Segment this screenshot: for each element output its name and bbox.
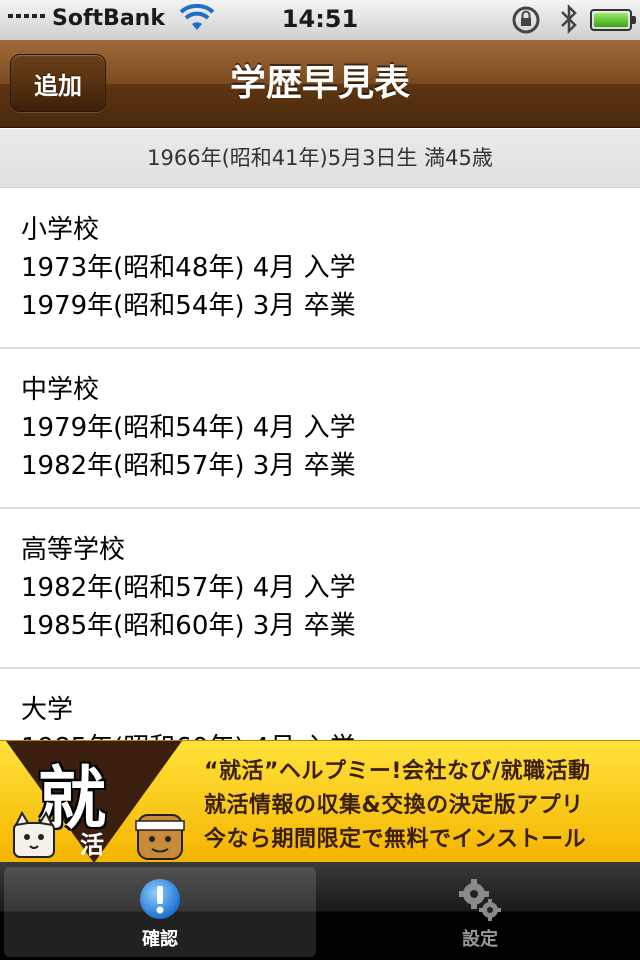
ad-text: “就活”ヘルプミー!会社なび/就職活動 就活情報の収集&交換の決定版アプリ 今な… bbox=[204, 755, 634, 857]
school-name: 小学校 bbox=[21, 215, 100, 245]
ad-line-3: 今なら期間限定で無料でインストール bbox=[204, 827, 587, 852]
ad-line-2: 就活情報の収集&交換の決定版アプリ bbox=[204, 793, 584, 818]
tab-confirm-label: 確認 bbox=[142, 929, 178, 950]
cat-mascot-icon bbox=[13, 810, 55, 858]
education-list[interactable]: 小学校 1973年(昭和48年) 4月 入学 1979年(昭和54年) 3月 卒… bbox=[0, 189, 640, 740]
list-item-university[interactable]: 大学 1985年(昭和60年) 4月 入学 bbox=[0, 669, 640, 740]
tab-confirm[interactable]: 確認 bbox=[4, 867, 316, 957]
battery-icon bbox=[590, 9, 636, 31]
list-item-junior-high[interactable]: 中学校 1979年(昭和54年) 4月 入学 1982年(昭和57年) 3月 卒… bbox=[0, 349, 640, 509]
tab-bar: 確認 設定 bbox=[0, 862, 640, 960]
tab-settings[interactable]: 設定 bbox=[324, 867, 636, 957]
school-name: 大学 bbox=[21, 695, 74, 725]
status-bar: SoftBank 14:51 bbox=[0, 0, 640, 40]
bluetooth-icon bbox=[561, 3, 577, 35]
mascot-headband-icon bbox=[135, 814, 185, 860]
ad-logo-sub: 活 bbox=[80, 831, 104, 859]
enter-date: 1985年(昭和60年) 4月 入学 bbox=[21, 729, 640, 740]
enter-date: 1979年(昭和54年) 4月 入学 bbox=[21, 413, 356, 443]
gear-icon bbox=[459, 879, 501, 921]
clock: 14:51 bbox=[281, 5, 359, 33]
add-button[interactable]: 追加 bbox=[10, 54, 106, 112]
enter-date: 1973年(昭和48年) 4月 入学 bbox=[21, 253, 356, 283]
graduate-date: 1982年(昭和57年) 3月 卒業 bbox=[21, 451, 356, 481]
birth-info-header: 1966年(昭和41年)5月3日生 満45歳 bbox=[0, 129, 640, 188]
ad-banner[interactable]: 就 活 “就活”ヘルプミー!会社なび/就職活動 就活情報の収集&交換の決定版アプ… bbox=[0, 740, 640, 862]
list-item-high-school[interactable]: 高等学校 1982年(昭和57年) 4月 入学 1985年(昭和60年) 3月 … bbox=[0, 509, 640, 669]
graduate-date: 1985年(昭和60年) 3月 卒業 bbox=[21, 611, 356, 641]
rotation-lock-icon bbox=[512, 6, 540, 34]
navigation-bar: 学歴早見表 追加 bbox=[0, 40, 640, 128]
school-name: 中学校 bbox=[21, 375, 100, 405]
school-name: 高等学校 bbox=[21, 535, 126, 565]
info-icon bbox=[140, 879, 180, 919]
enter-date: 1982年(昭和57年) 4月 入学 bbox=[21, 573, 356, 603]
ad-logo: 就 活 bbox=[6, 741, 185, 862]
ad-line-1: “就活”ヘルプミー!会社なび/就職活動 bbox=[204, 759, 591, 784]
graduate-date: 1979年(昭和54年) 3月 卒業 bbox=[21, 291, 356, 321]
tab-settings-label: 設定 bbox=[462, 929, 498, 950]
list-item-elementary[interactable]: 小学校 1973年(昭和48年) 4月 入学 1979年(昭和54年) 3月 卒… bbox=[0, 189, 640, 349]
